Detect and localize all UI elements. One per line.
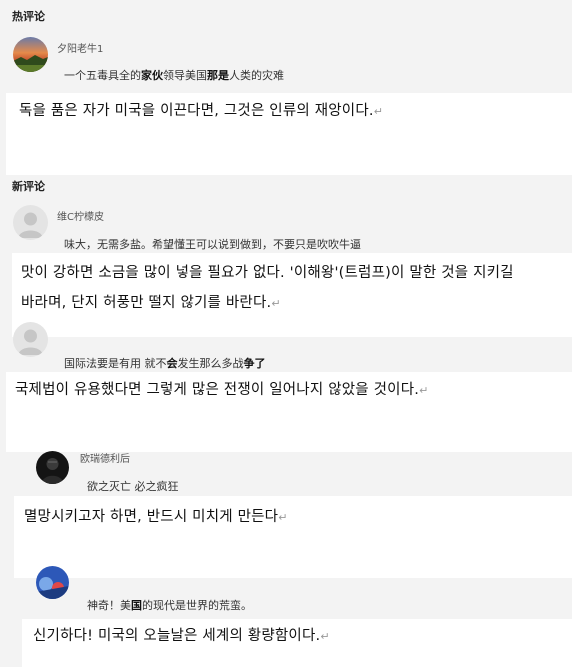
translation-text: 멸망시키고자 하면, 반드시 미치게 만든다 bbox=[24, 509, 279, 525]
dark-figure-icon bbox=[36, 451, 69, 484]
translation-line: 맛이 강하면 소금을 많이 넣을 필요가 없다. '이해왕'(트럼프)이 말한 … bbox=[21, 265, 514, 281]
comment-text-part: 一个五毒具全的 bbox=[64, 69, 141, 82]
default-user-icon bbox=[13, 322, 48, 357]
comment-text-highlight: 会 bbox=[166, 357, 178, 370]
username[interactable]: 维C柠檬皮 bbox=[57, 208, 104, 223]
blue-graphic-icon bbox=[36, 566, 69, 599]
sunset-landscape-icon bbox=[13, 37, 48, 72]
comment-text-part: 国际法要是有用 就不 bbox=[64, 357, 167, 370]
blue-avatar[interactable] bbox=[36, 566, 69, 599]
default-avatar[interactable] bbox=[13, 205, 48, 240]
translation-text: 신기하다! 미국의 오늘날은 세계의 황량함이다. bbox=[33, 628, 321, 644]
comment-text-part: 的现代是世界的荒蛮。 bbox=[142, 599, 252, 612]
comment-text: 味大，无需多盐。希望懂王可以说到做到，不要只是吹吹牛逼 bbox=[64, 238, 361, 251]
dark-avatar[interactable] bbox=[36, 451, 69, 484]
comment-text: 神奇！美国的现代是世界的荒蛮。 bbox=[87, 597, 252, 613]
comment-text-part: 人类的灾难 bbox=[229, 69, 284, 82]
translation-line: 바라며, 단지 허풍만 떨지 않기를 바란다. bbox=[21, 295, 272, 311]
translation-box: 국제법이 유용했다면 그렇게 많은 전쟁이 일어나지 않았을 것이다.↵ bbox=[6, 372, 572, 452]
translation-box: 맛이 강하면 소금을 많이 넣을 필요가 없다. '이해왕'(트럼프)이 말한 … bbox=[12, 253, 572, 337]
translation-text: 국제법이 유용했다면 그렇게 많은 전쟁이 일어나지 않았을 것이다. bbox=[15, 382, 420, 398]
default-user-icon bbox=[13, 205, 48, 240]
translation-box: 멸망시키고자 하면, 반드시 미치게 만든다↵ bbox=[14, 496, 572, 578]
comment-text-highlight: 争了 bbox=[243, 357, 266, 370]
comment-text-highlight: 那是 bbox=[207, 69, 229, 82]
comment-text-part: 领导美国 bbox=[163, 69, 207, 82]
comment-text: 欲之灭亡 必之疯狂 bbox=[87, 480, 179, 493]
comment-text-part: 发生那么多战 bbox=[177, 357, 244, 370]
comment-text: 国际法要是有用 就不会发生那么多战争了 bbox=[64, 355, 266, 371]
username[interactable]: 欧瑞德利后 bbox=[80, 450, 130, 465]
default-avatar[interactable] bbox=[13, 322, 48, 357]
username[interactable]: 夕阳老牛1 bbox=[57, 40, 103, 55]
sunset-avatar[interactable] bbox=[13, 37, 48, 72]
translation-box: 독을 품은 자가 미국을 이끈다면, 그것은 인류의 재앙이다.↵ bbox=[6, 93, 572, 175]
new-comments-heading: 新评论 bbox=[12, 180, 45, 193]
comment-text-part: 神奇！美 bbox=[87, 599, 131, 612]
return-mark-icon: ↵ bbox=[271, 297, 281, 310]
translation-text: 독을 품은 자가 미국을 이끈다면, 그것은 인류의 재앙이다. bbox=[19, 103, 374, 119]
return-mark-icon: ↵ bbox=[373, 105, 384, 118]
return-mark-icon: ↵ bbox=[419, 384, 429, 397]
return-mark-icon: ↵ bbox=[320, 630, 330, 643]
comment-text-highlight: 家伙 bbox=[141, 69, 163, 82]
hot-comments-heading: 热评论 bbox=[12, 10, 45, 23]
comment-text-highlight: 国 bbox=[131, 599, 142, 612]
comment-text: 一个五毒具全的家伙领导美国那是人类的灾难 bbox=[64, 67, 284, 83]
translation-box: 신기하다! 미국의 오늘날은 세계의 황량함이다.↵ bbox=[22, 619, 572, 667]
return-mark-icon: ↵ bbox=[278, 511, 288, 524]
